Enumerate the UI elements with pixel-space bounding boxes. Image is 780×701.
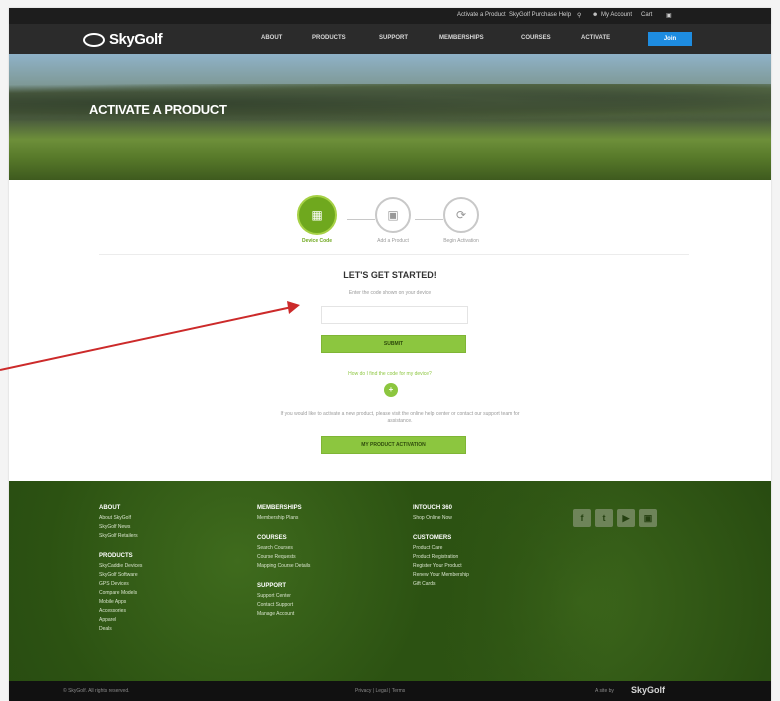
step-1-label: Device Code	[301, 238, 332, 244]
powered-by: A site by	[595, 688, 614, 694]
footer-link[interactable]: Mobile Apps	[99, 599, 142, 605]
hero-title: ACTIVATE A PRODUCT	[89, 102, 227, 117]
step-2: ▣	[375, 197, 411, 233]
footer-heading: INTOUCH 360	[413, 505, 452, 511]
footer-link[interactable]: Apparel	[99, 617, 142, 623]
step-1: ▦	[297, 195, 337, 235]
footer-link[interactable]: Contact Support	[257, 602, 310, 608]
footer-link[interactable]: Support Center	[257, 593, 310, 599]
footer-link[interactable]: Course Requests	[257, 554, 310, 560]
utility-bar: Activate a Product SkyGolf Purchase Help…	[9, 8, 771, 24]
footer-link[interactable]: Membership Plans	[257, 515, 310, 521]
utility-link-account[interactable]: My Account	[601, 12, 632, 18]
footer-link[interactable]: Shop Online Now	[413, 515, 469, 521]
utility-link-help[interactable]: SkyGolf Purchase Help	[509, 12, 571, 18]
footer-heading: CUSTOMERS	[413, 535, 452, 541]
youtube-icon[interactable]: ▶	[617, 509, 635, 527]
step-2-label: Add a Product	[377, 238, 409, 244]
footer-link[interactable]: Search Courses	[257, 545, 310, 551]
copyright: © SkyGolf. All rights reserved.	[63, 688, 130, 694]
main-nav: SkyGolf About Products Support Membershi…	[9, 24, 771, 54]
bottom-bar: © SkyGolf. All rights reserved. Privacy …	[9, 681, 771, 701]
footer-link[interactable]: SkyCaddie Devices	[99, 563, 142, 569]
nav-courses[interactable]: Courses	[521, 35, 551, 41]
footer-link[interactable]: Manage Account	[257, 611, 310, 617]
utility-link-activate[interactable]: Activate a Product	[457, 12, 506, 18]
nav-about[interactable]: About	[261, 35, 282, 41]
help-link[interactable]: How do I find the code for my device?	[9, 371, 771, 377]
user-icon[interactable]: ☻	[592, 12, 598, 18]
browser-page: Activate a Product SkyGolf Purchase Help…	[9, 8, 771, 701]
footer-link[interactable]: Accessories	[99, 608, 142, 614]
product-icon: ▣	[387, 208, 399, 222]
device-code-input[interactable]	[321, 306, 468, 324]
footer-heading: ABOUT	[99, 505, 121, 511]
footer-column-2: MEMBERSHIPS Membership Plans COURSES Sea…	[257, 505, 310, 620]
footer-link[interactable]: SkyGolf Software	[99, 572, 142, 578]
hero-banner: ACTIVATE A PRODUCT	[9, 54, 771, 180]
step-connector	[415, 219, 443, 220]
step-3: ⟳	[443, 197, 479, 233]
search-icon[interactable]: ⚲	[577, 12, 581, 19]
footer-link[interactable]: Compare Models	[99, 590, 142, 596]
footer-link[interactable]: Deals	[99, 626, 142, 632]
step-connector	[347, 219, 375, 220]
instagram-icon[interactable]: ▣	[639, 509, 657, 527]
footer: ABOUT About SkyGolf SkyGolf News SkyGolf…	[9, 481, 771, 681]
logo-text: SkyGolf	[109, 31, 163, 48]
footer-link[interactable]: Mapping Course Details	[257, 563, 310, 569]
device-icon: ▦	[311, 208, 323, 222]
facebook-icon[interactable]: f	[573, 509, 591, 527]
activation-button[interactable]: MY PRODUCT ACTIVATION	[321, 436, 466, 454]
cart-icon[interactable]: ▣	[666, 12, 672, 19]
footer-heading: PRODUCTS	[99, 553, 133, 559]
join-button[interactable]: Join	[648, 32, 692, 46]
footer-link[interactable]: Product Care	[413, 545, 469, 551]
footer-column-3: INTOUCH 360 Shop Online Now CUSTOMERS Pr…	[413, 505, 469, 590]
footer-link[interactable]: Register Your Product	[413, 563, 469, 569]
footer-link[interactable]: GPS Devices	[99, 581, 142, 587]
footer-link[interactable]: SkyGolf Retailers	[99, 533, 142, 539]
footer-link[interactable]: SkyGolf News	[99, 524, 142, 530]
footer-heading: SUPPORT	[257, 583, 287, 589]
submit-button[interactable]: SUBMIT	[321, 335, 466, 353]
info-text: If you would like to activate a new prod…	[280, 411, 520, 424]
divider	[99, 254, 689, 255]
utility-link-cart[interactable]: Cart	[641, 12, 652, 18]
footer-heading: COURSES	[257, 535, 287, 541]
skygolf-logo[interactable]: SkyGolf	[83, 31, 163, 48]
nav-support[interactable]: Support	[379, 35, 408, 41]
footer-logo[interactable]: SkyGolf	[631, 685, 665, 695]
step-3-label: Begin Activation	[443, 238, 479, 244]
footer-link[interactable]: Gift Cards	[413, 581, 469, 587]
footer-link[interactable]: Product Registration	[413, 554, 469, 560]
logo-mark-icon	[83, 32, 105, 47]
page-heading: LET'S GET STARTED!	[343, 270, 437, 280]
footer-link[interactable]: About SkyGolf	[99, 515, 142, 521]
footer-heading: MEMBERSHIPS	[257, 505, 302, 511]
nav-activate[interactable]: Activate	[581, 35, 610, 41]
refresh-icon: ⟳	[455, 208, 467, 222]
nav-memberships[interactable]: Memberships	[439, 35, 484, 41]
page-subtext: Enter the code shown on your device	[348, 290, 432, 296]
nav-products[interactable]: Products	[312, 35, 346, 41]
plus-icon[interactable]: +	[384, 383, 398, 397]
footer-link[interactable]: Renew Your Membership	[413, 572, 469, 578]
footer-column-1: ABOUT About SkyGolf SkyGolf News SkyGolf…	[99, 505, 142, 635]
twitter-icon[interactable]: t	[595, 509, 613, 527]
legal-links[interactable]: Privacy | Legal | Terms	[355, 688, 405, 694]
social-links: f t ▶ ▣	[573, 509, 657, 527]
